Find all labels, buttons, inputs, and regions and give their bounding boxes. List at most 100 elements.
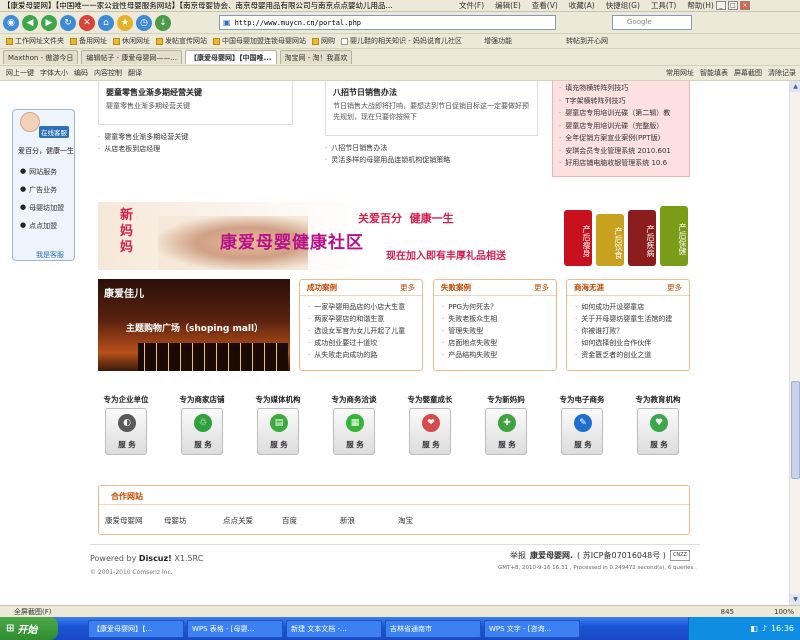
one-click-button[interactable]: 网上一键	[6, 68, 34, 78]
news-link[interactable]: 八招节日销售办法	[325, 142, 450, 154]
case-link[interactable]: 选设女军官为女儿开起了儿童	[308, 325, 422, 337]
share-kaixin-button[interactable]: 转帖到开心网	[566, 36, 608, 46]
case-link[interactable]: 资金匮乏者的创业之道	[575, 349, 689, 361]
case-link[interactable]: 两家孕婴店的和谐生意	[308, 313, 422, 325]
zoom-level[interactable]: 100%	[774, 608, 794, 616]
site-link[interactable]: 康爱母婴网.	[530, 550, 573, 561]
page-scrollbar[interactable]: ▲ ▼	[789, 81, 800, 605]
partner-link[interactable]: 百度	[282, 515, 340, 526]
network-icon[interactable]: ◧	[750, 624, 758, 633]
taskbar-item[interactable]: 【康爱母婴网】【...	[88, 619, 184, 638]
service-card[interactable]: 专为电子商务 ✎ 服 务	[552, 394, 612, 456]
favorite-item[interactable]: 工作网址文件夹	[6, 36, 64, 46]
news-link[interactable]: T字架横转阵列技巧	[559, 95, 683, 108]
favorite-item[interactable]: 备用网址	[70, 36, 107, 46]
tab-kangai[interactable]: 【康爱母婴网】【中国唯...	[185, 50, 277, 64]
service-card[interactable]: 专为新妈妈 ✚ 服 务	[476, 394, 536, 456]
volume-icon[interactable]: ♪	[762, 624, 767, 633]
news-link[interactable]: 好用店铺电脑收银管理系统 10.6	[559, 157, 683, 170]
tab-taobao[interactable]: 淘宝网 - 淘！我喜欢	[279, 50, 353, 64]
menu-file[interactable]: 文件(F)	[459, 0, 484, 11]
download-icon[interactable]: ↓	[155, 14, 171, 31]
news-mid-title[interactable]: 八招节日销售办法	[333, 87, 530, 98]
news-link[interactable]: 婴童零售业渐多期经营关键	[98, 131, 188, 143]
search-input[interactable]: Google	[612, 15, 692, 30]
service-card[interactable]: 专为商务洽谈 ▦ 服 务	[324, 394, 384, 456]
case-link[interactable]: 失败老板众生相	[442, 313, 556, 325]
news-link[interactable]: 全年促销方案宣业案例(PPT版)	[559, 132, 683, 145]
tab-maxthon[interactable]: Maxthon - 傲游今日	[3, 50, 79, 64]
refresh-icon[interactable]: ↻	[60, 14, 76, 31]
case-link[interactable]: 如何成功开设婴童店	[575, 301, 689, 313]
common-sites-button[interactable]: 常用网址	[666, 68, 694, 78]
service-button[interactable]: ❤ 服 务	[409, 408, 451, 455]
service-button[interactable]: ✚ 服 务	[485, 408, 527, 455]
case-link[interactable]: PPG为何死去？	[442, 301, 556, 313]
service-card[interactable]: 专为婴童成长 ❤ 服 务	[400, 394, 460, 456]
autofill-button[interactable]: 智能填表	[700, 68, 728, 78]
history-icon[interactable]: ◷	[136, 14, 152, 31]
cnzz-badge[interactable]: CNZZ	[669, 550, 690, 561]
minimize-button[interactable]: _	[715, 1, 726, 10]
cs-footer[interactable]: 我是客服	[36, 250, 64, 260]
menu-view[interactable]: 查看(V)	[532, 0, 558, 11]
menu-favorites[interactable]: 收藏(A)	[569, 0, 595, 11]
start-button[interactable]: ⊞ 开始	[0, 617, 58, 640]
font-size-button[interactable]: 字体大小	[40, 68, 68, 78]
service-button[interactable]: ▦ 服 务	[333, 408, 375, 455]
service-button[interactable]: ◐ 服 务	[105, 408, 147, 455]
cs-item[interactable]: ● 母婴坊加盟	[20, 203, 64, 213]
close-button[interactable]: ×	[739, 1, 750, 10]
address-bar[interactable]: ▣ http://www.muycn.cn/portal.php	[219, 15, 556, 30]
maxthon-icon[interactable]: ◉	[3, 14, 19, 31]
service-card[interactable]: 专为商家店铺 ♲ 服 务	[172, 394, 232, 456]
translate-button[interactable]: 翻译	[128, 68, 142, 78]
menu-edit[interactable]: 编辑(E)	[495, 0, 521, 11]
tab-edit-post[interactable]: 编辑帖子 - 康爱母婴网——...	[81, 50, 183, 64]
case-link[interactable]: 成功创业要过十道坎	[308, 337, 422, 349]
screenshot-status[interactable]: 全屏截图(F)	[0, 607, 52, 617]
case-link[interactable]: 从失败走向成功的路	[308, 349, 422, 361]
case-link[interactable]: 关于开母婴坊婴童生活馆的建	[575, 313, 689, 325]
favorite-item[interactable]: 中国母婴加盟连锁母婴网站	[213, 36, 306, 46]
encoding-button[interactable]: 编码	[74, 68, 88, 78]
service-card[interactable]: 专为企业单位 ◐ 服 务	[96, 394, 156, 456]
menu-quickgroup[interactable]: 快捷组(G)	[606, 0, 640, 11]
news-link[interactable]: 填充物横转阵列技巧	[559, 82, 683, 95]
favorite-item[interactable]: 网购	[312, 36, 335, 46]
scroll-down-icon[interactable]: ▼	[790, 594, 800, 605]
content-control-button[interactable]: 内容控制	[94, 68, 122, 78]
star-icon[interactable]: ★	[117, 14, 133, 31]
case-link[interactable]: 管理失败型	[442, 325, 556, 337]
favorite-item[interactable]: 婴儿鞋的相关知识 - 妈妈说育儿社区	[341, 36, 462, 46]
cs-item[interactable]: ● 广告业务	[20, 185, 57, 195]
icp-link[interactable]: ( 苏ICP备07016048号 )	[577, 550, 666, 561]
service-button[interactable]: ✎ 服 务	[561, 408, 603, 455]
case-link[interactable]: 产品结构失败型	[442, 349, 556, 361]
taskbar-item[interactable]: WPS 表格 - [母婴...	[187, 619, 283, 638]
maximize-button[interactable]: □	[727, 1, 738, 10]
menu-help[interactable]: 帮助(H)	[687, 0, 714, 11]
news-left-title[interactable]: 婴童零售业渐多期经营关键	[106, 87, 285, 98]
more-link[interactable]: 更多	[400, 282, 415, 293]
cs-item[interactable]: ● 点点加盟	[20, 221, 57, 231]
community-banner[interactable]: 新妈妈 关爱百分 健康一生 康爱母婴健康社区 现在加入即有丰厚礼品相送 产后瘦身…	[98, 202, 690, 270]
favorite-item[interactable]: 发帖宣传网站	[156, 36, 207, 46]
taskbar-item[interactable]: 吉林省通南市	[385, 619, 481, 638]
taskbar-item[interactable]: 新建 文本文档 -...	[286, 619, 382, 638]
discuz-link[interactable]: Discuz!	[139, 554, 172, 563]
partner-link[interactable]: 淘宝	[398, 515, 456, 526]
case-link[interactable]: 如何选择创业合作伙伴	[575, 337, 689, 349]
news-link[interactable]: 灵活多样的母婴用品连锁机构促销策略	[325, 154, 450, 166]
back-icon[interactable]: ◀	[22, 14, 38, 31]
news-link[interactable]: 从店老板到店经理	[98, 143, 188, 155]
service-card[interactable]: 专为教育机构 ♥ 服 务	[628, 394, 688, 456]
mall-banner[interactable]: 康爱佳儿 主题购物广场（shoping mall）	[98, 279, 290, 371]
case-link[interactable]: 店面地点失败型	[442, 337, 556, 349]
forward-icon[interactable]: ▶	[41, 14, 57, 31]
clear-history-button[interactable]: 清除记录	[768, 68, 796, 78]
partner-link[interactable]: 新浪	[340, 515, 398, 526]
favorite-item[interactable]: 休闲网址	[113, 36, 150, 46]
partner-link[interactable]: 母婴坊	[164, 515, 223, 526]
cs-item[interactable]: ● 网站服务	[20, 167, 57, 177]
